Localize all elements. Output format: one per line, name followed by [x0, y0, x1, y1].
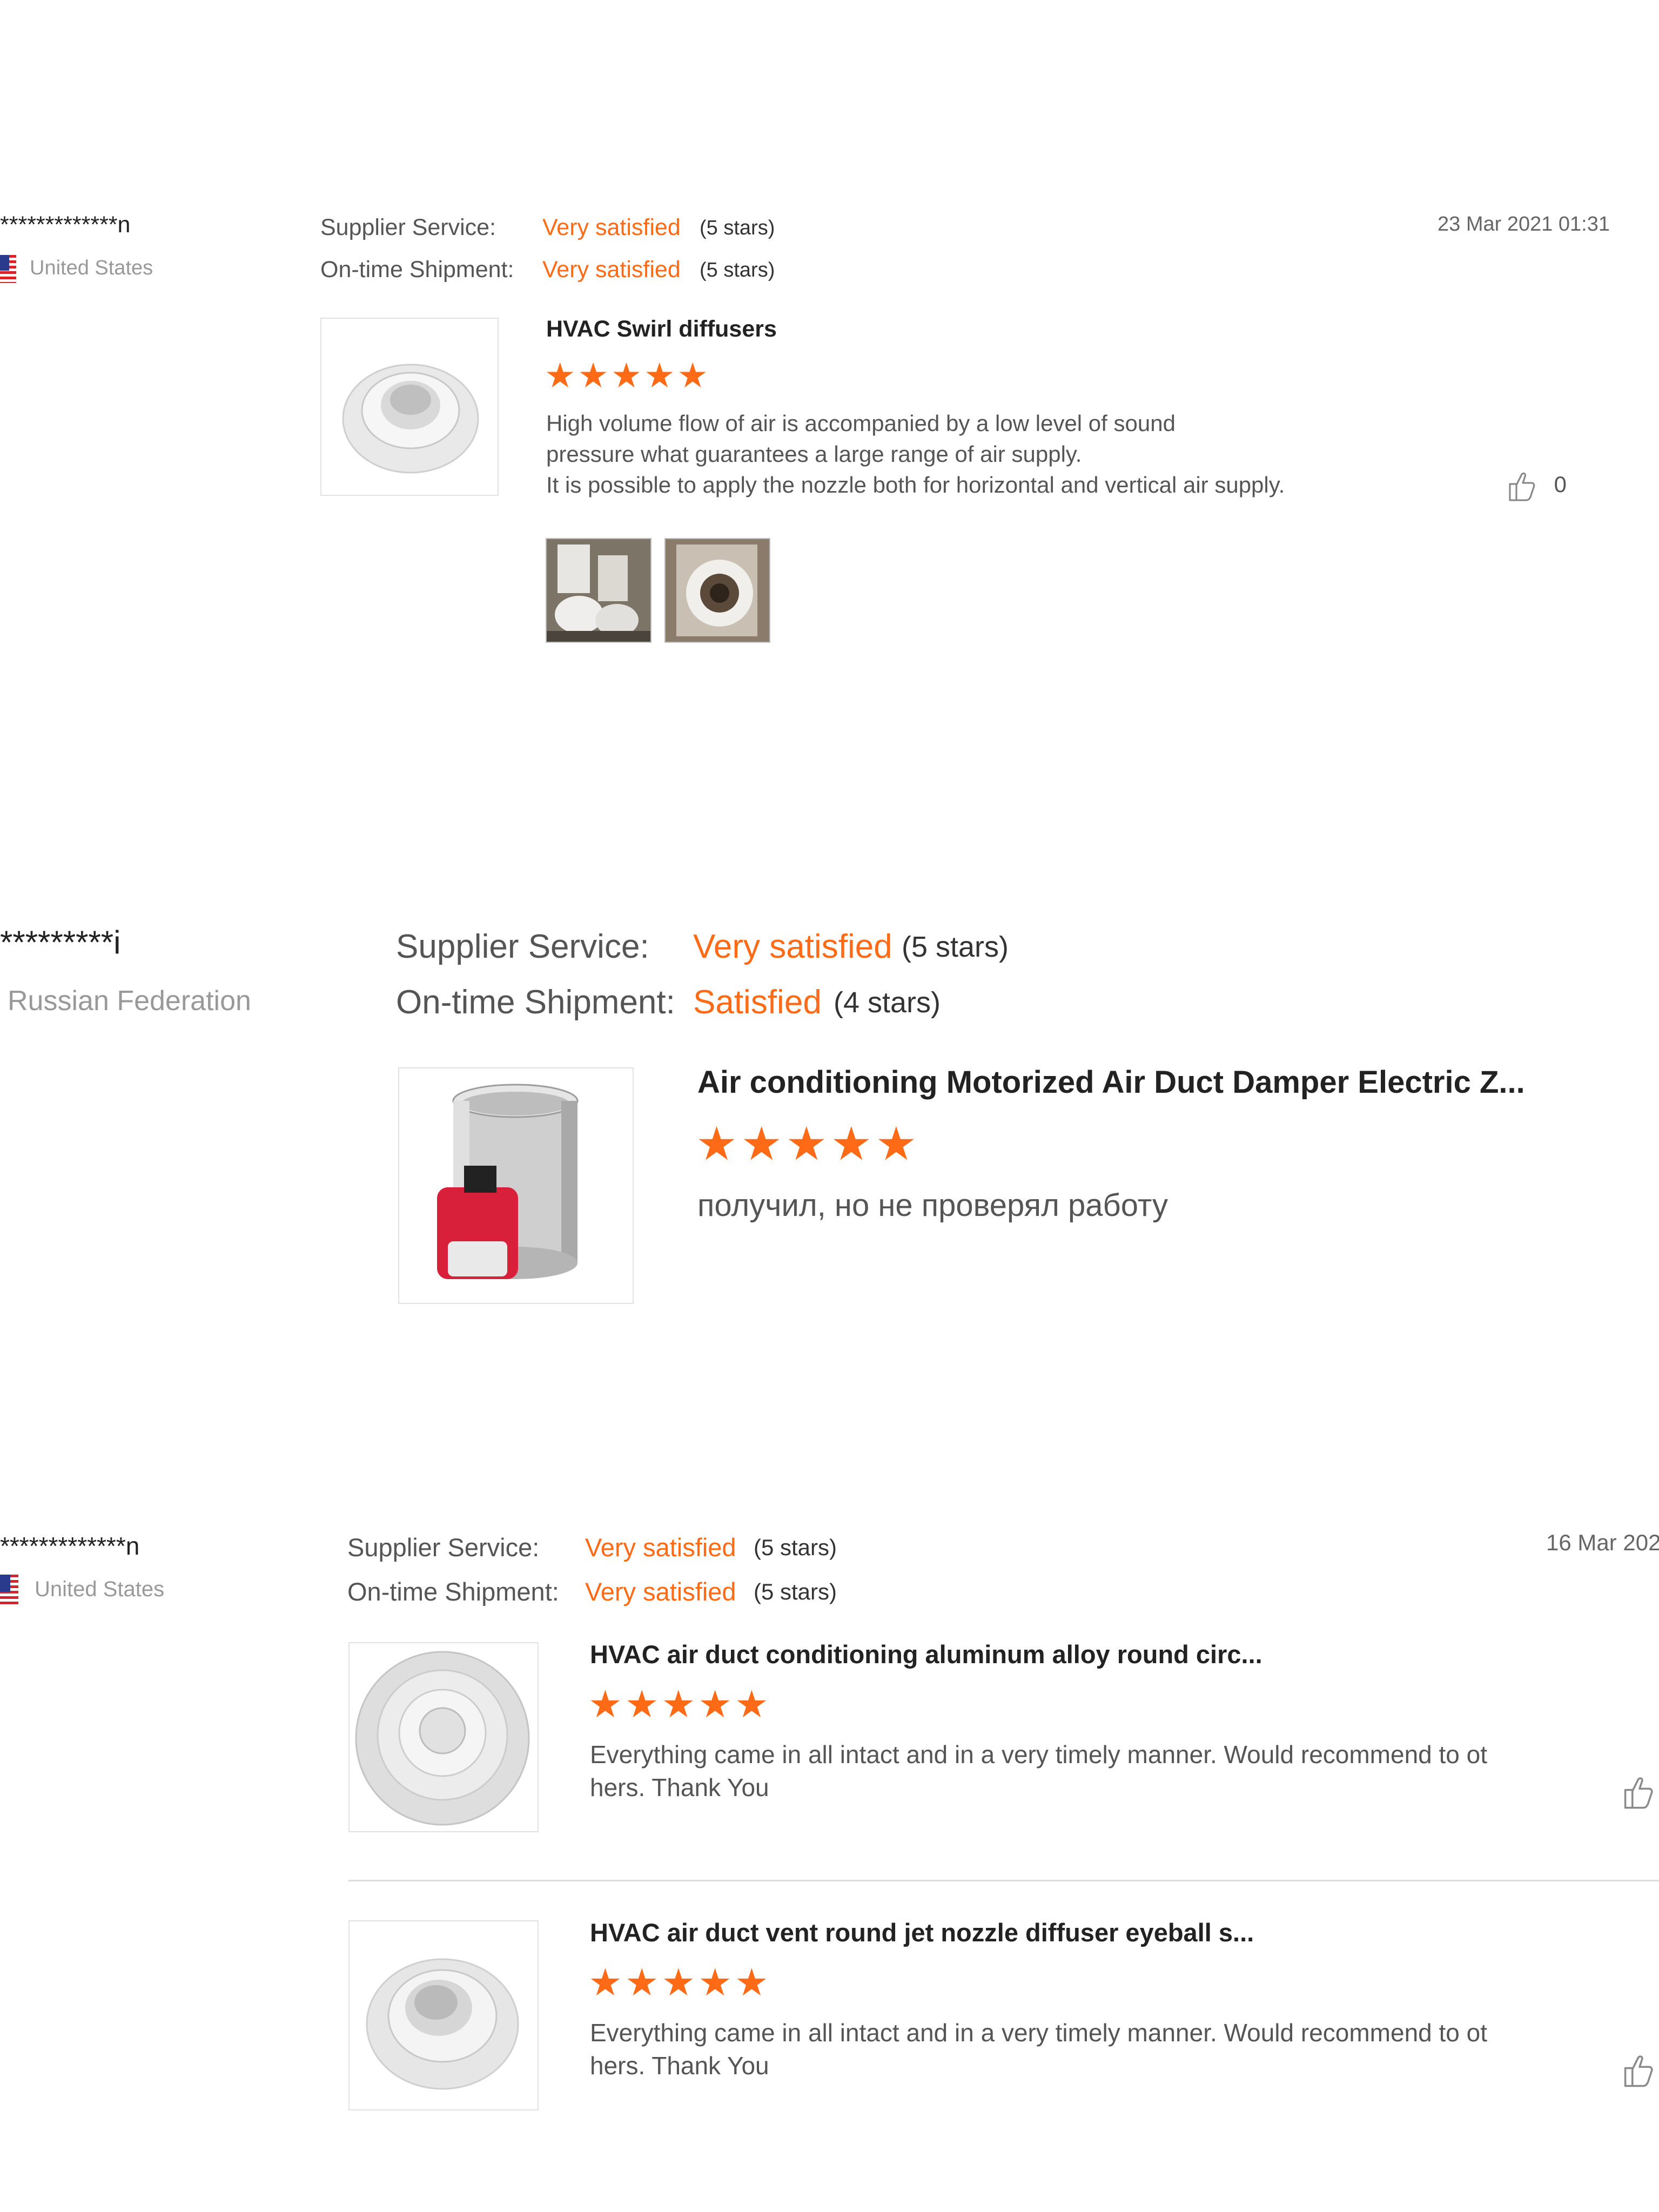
item-divider [348, 1880, 1659, 1881]
thumbs-up-icon [1624, 1777, 1653, 1809]
review-text-line: Everything came in all intact and in a v… [590, 2019, 1488, 2047]
product-thumbnail[interactable] [348, 1920, 539, 2110]
reviewer-country: United States [35, 1577, 165, 1601]
supplier-service-value: Very satisfied [585, 1533, 736, 1562]
like-button[interactable] [1623, 1774, 1656, 1810]
review-text-line: hers. Thank You [590, 1773, 769, 1801]
review-date: 16 Mar 202 [1546, 1530, 1659, 1555]
review-text-line: Everything came in all intact and in a v… [590, 1740, 1488, 1769]
review-list: *************n United States Supplier Se… [0, 0, 1659, 2212]
shipment-value: Very satisfied [585, 1577, 736, 1606]
review-text: Everything came in all intact and in a v… [590, 1738, 1589, 1804]
product-rating-stars: ★★★★★ [588, 1683, 771, 1725]
reviewer-name: *************n [0, 1532, 140, 1560]
product-thumbnail[interactable] [348, 1642, 539, 1832]
product-title[interactable]: HVAC air duct vent round jet nozzle diff… [590, 1918, 1254, 1947]
product-title[interactable]: HVAC air duct conditioning aluminum allo… [590, 1639, 1262, 1669]
shipment-stars: (5 stars) [754, 1579, 837, 1604]
review-card: *************n United States Supplier Se… [0, 0, 1659, 2212]
shipment-label: On-time Shipment: [347, 1577, 559, 1606]
thumbs-up-icon [1624, 2055, 1653, 2087]
product-rating-stars: ★★★★★ [588, 1961, 771, 2003]
like-button[interactable] [1623, 2053, 1656, 2088]
review-text-line: hers. Thank You [590, 2052, 769, 2080]
us-flag-icon [0, 1575, 18, 1606]
supplier-service-label: Supplier Service: [347, 1533, 540, 1562]
review-text: Everything came in all intact and in a v… [590, 2016, 1589, 2082]
supplier-service-stars: (5 stars) [754, 1535, 837, 1560]
